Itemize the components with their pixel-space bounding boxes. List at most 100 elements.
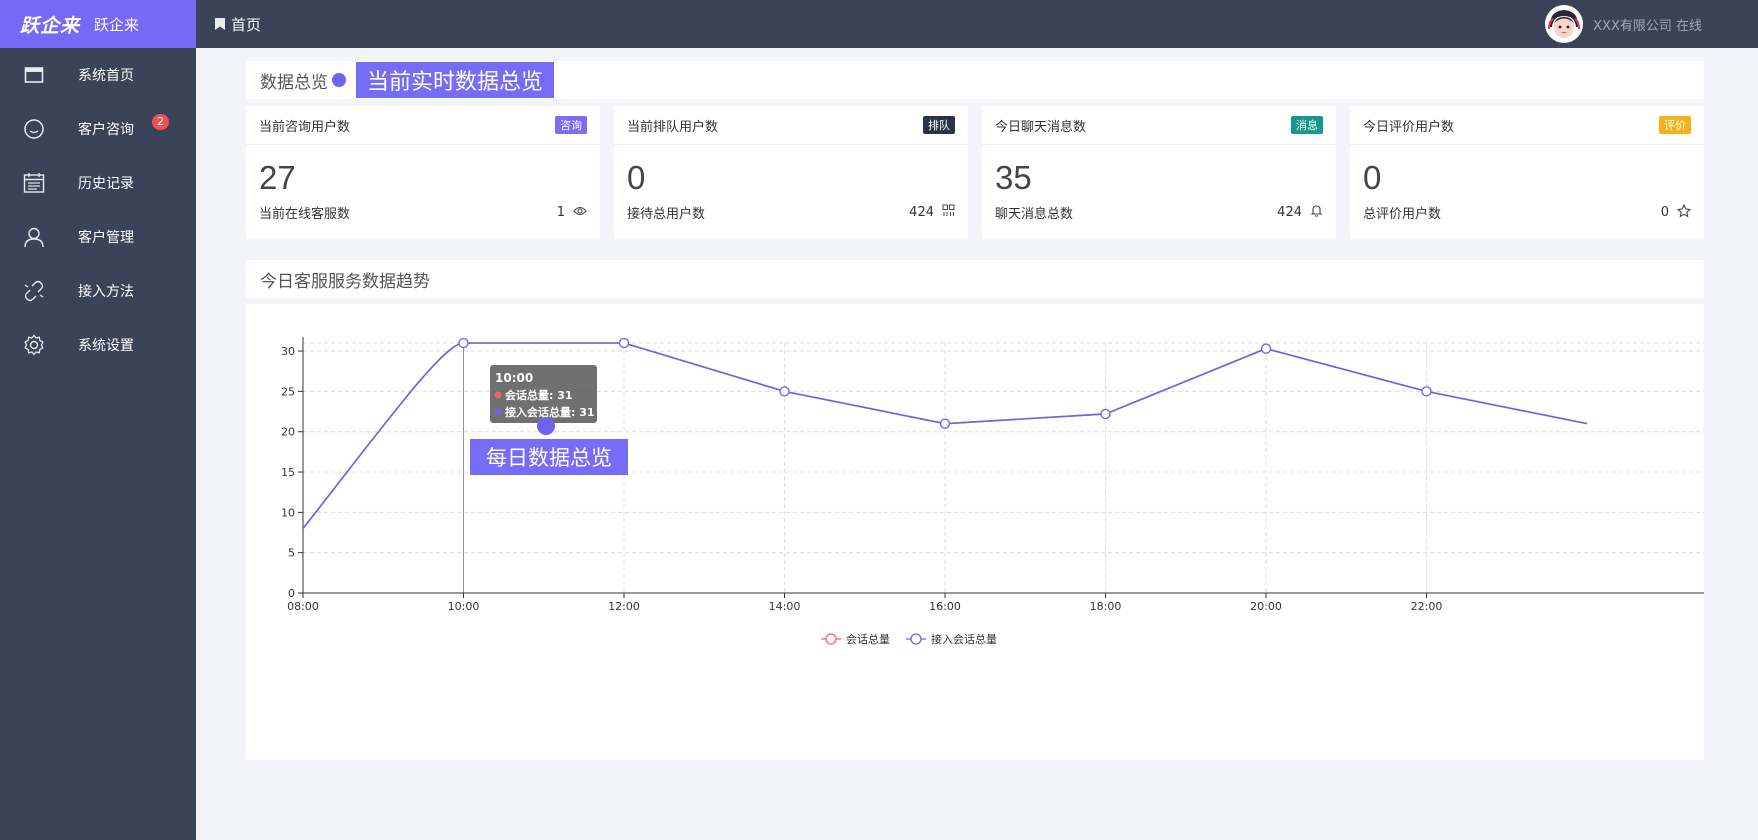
- overview-header: 数据总览 当前实时数据总览: [246, 61, 1704, 99]
- annotation-dot: [537, 417, 555, 435]
- sidebar-item-consult[interactable]: 客户咨询 2: [0, 102, 196, 156]
- card-tag: 咨询: [555, 116, 587, 134]
- stat-card-consulting: 当前咨询用户数 咨询 27 当前在线客服数 1: [246, 106, 600, 239]
- eye-icon: [573, 205, 587, 221]
- chart-annotation: 每日数据总览: [486, 446, 612, 470]
- card-footer-value: 424: [1277, 205, 1302, 220]
- unread-badge: 2: [152, 114, 169, 130]
- tooltip-marker: [494, 391, 502, 399]
- card-footer: 总评价用户数 0: [1350, 203, 1704, 222]
- grid-icon: [942, 204, 955, 221]
- card-footer-label: 聊天消息总数: [995, 207, 1074, 222]
- sidebar-item-customers[interactable]: 客户管理: [0, 210, 196, 264]
- card-title: 今日评价用户数: [1363, 119, 1455, 135]
- trend-chart-svg: 0 5 10 15 20 25 30 08:00 10:00 12:00 14:00 16:00 18:…: [281, 337, 1704, 646]
- card-footer: 当前在线客服数 1: [246, 203, 600, 222]
- sidebar-nav: 系统首页 客户咨询 2 历史记录 客户管理 接入方法 系统设置: [0, 48, 196, 372]
- data-point: [779, 386, 790, 397]
- trend-chart: 0 5 10 15 20 25 30 08:00 10:00 12:00 14:00 16:00 18:…: [246, 304, 1704, 760]
- bell-icon: [1310, 204, 1323, 221]
- brand[interactable]: 跃企来 跃企来: [0, 0, 196, 48]
- x-tick-label: 18:00: [1090, 600, 1122, 613]
- sidebar-item-integration[interactable]: 接入方法: [0, 264, 196, 318]
- card-footer-label: 总评价用户数: [1363, 207, 1442, 222]
- y-tick-label: 30: [281, 345, 295, 358]
- tooltip-line: 接入会话总量: 31: [505, 405, 595, 419]
- x-tick-label: 22:00: [1411, 600, 1443, 613]
- y-tick-label: 20: [281, 426, 295, 439]
- stat-card-ratings: 今日评价用户数 评价 0 总评价用户数 0: [1350, 106, 1704, 239]
- card-tag: 排队: [923, 116, 955, 134]
- sidebar-item-label: 客户管理: [78, 230, 134, 246]
- card-footer-value: 424: [909, 205, 934, 220]
- bookmark-icon: [215, 18, 225, 30]
- tooltip-marker: [494, 408, 502, 416]
- main-content: 数据总览 当前实时数据总览 当前咨询用户数 咨询 27 当前在线客服数 1 当前…: [196, 48, 1758, 840]
- gear-icon: [23, 334, 45, 356]
- y-tick-label: 10: [281, 506, 295, 519]
- stat-cards: 当前咨询用户数 咨询 27 当前在线客服数 1 当前排队用户数 排队 0 接待总…: [246, 106, 1704, 239]
- card-tag: 消息: [1291, 116, 1323, 134]
- breadcrumb-home: 首页: [231, 15, 262, 34]
- legend-label: 接入会话总量: [931, 632, 997, 646]
- tooltip-line: 会话总量: 31: [505, 388, 573, 402]
- top-header: 首页 XXX有限公司 在线: [196, 0, 1758, 48]
- card-title: 当前咨询用户数: [259, 119, 351, 135]
- sidebar-item-home[interactable]: 系统首页: [0, 48, 196, 102]
- card-header: 当前咨询用户数 咨询: [246, 106, 600, 145]
- annotation-dot: [332, 73, 346, 87]
- card-value: 27: [259, 159, 296, 196]
- tooltip-title: 10:00: [495, 371, 533, 385]
- card-header: 今日聊天消息数 消息: [982, 106, 1336, 145]
- x-tick-label: 12:00: [608, 600, 640, 613]
- card-value: 0: [1363, 159, 1382, 196]
- legend-swatch: [825, 633, 837, 645]
- trend-title: 今日客服服务数据趋势: [260, 271, 430, 292]
- card-header: 今日评价用户数 评价: [1350, 106, 1704, 145]
- breadcrumb[interactable]: 首页: [214, 14, 261, 35]
- card-footer: 接待总用户数 424: [614, 203, 968, 222]
- sidebar-item-label: 历史记录: [78, 176, 134, 192]
- sidebar-item-history[interactable]: 历史记录: [0, 156, 196, 210]
- data-point: [1421, 386, 1432, 397]
- data-point: [618, 337, 630, 349]
- user-icon: [23, 226, 45, 248]
- x-tick-label: 16:00: [929, 600, 961, 613]
- brand-logo: 跃企来: [20, 14, 81, 37]
- card-footer-value: 1: [556, 205, 565, 220]
- sidebar-item-label: 系统设置: [78, 338, 134, 354]
- stat-card-messages: 今日聊天消息数 消息 35 聊天消息总数 424: [982, 106, 1336, 239]
- x-tick-label: 14:00: [769, 600, 801, 613]
- y-tick-label: 25: [281, 385, 295, 398]
- card-tag: 评价: [1659, 116, 1691, 134]
- sidebar: 跃企来 跃企来 系统首页 客户咨询 2 历史记录 客户管理 接入方法 系统设置: [0, 0, 196, 840]
- card-footer: 聊天消息总数 424: [982, 203, 1336, 222]
- sidebar-item-label: 接入方法: [78, 284, 134, 300]
- x-tick-label: 08:00: [287, 600, 319, 613]
- sidebar-item-label: 客户咨询: [78, 122, 134, 138]
- card-value: 0: [627, 159, 646, 196]
- y-tick-label: 5: [288, 547, 295, 560]
- avatar: [1545, 5, 1584, 43]
- data-point: [1100, 408, 1111, 420]
- legend-label: 会话总量: [846, 632, 890, 646]
- user-menu[interactable]: XXX有限公司 在线: [1545, 5, 1702, 43]
- card-header: 当前排队用户数 排队: [614, 106, 968, 145]
- x-tick-label: 20:00: [1250, 600, 1282, 613]
- card-title: 今日聊天消息数: [995, 119, 1087, 135]
- data-point: [1260, 343, 1272, 354]
- x-tick-label: 10:00: [448, 600, 480, 613]
- card-title: 当前排队用户数: [627, 119, 719, 135]
- sidebar-item-label: 系统首页: [78, 68, 134, 84]
- stat-card-queue: 当前排队用户数 排队 0 接待总用户数 424: [614, 106, 968, 239]
- legend-swatch: [910, 633, 922, 645]
- sidebar-item-settings[interactable]: 系统设置: [0, 318, 196, 372]
- card-footer-label: 当前在线客服数: [259, 207, 351, 222]
- data-point: [458, 337, 469, 349]
- card-value: 35: [995, 159, 1032, 196]
- data-point: [939, 418, 951, 429]
- smiley-icon: [23, 118, 45, 140]
- overview-title: 数据总览: [260, 72, 328, 93]
- window-icon: [23, 64, 45, 86]
- calendar-icon: [23, 172, 45, 194]
